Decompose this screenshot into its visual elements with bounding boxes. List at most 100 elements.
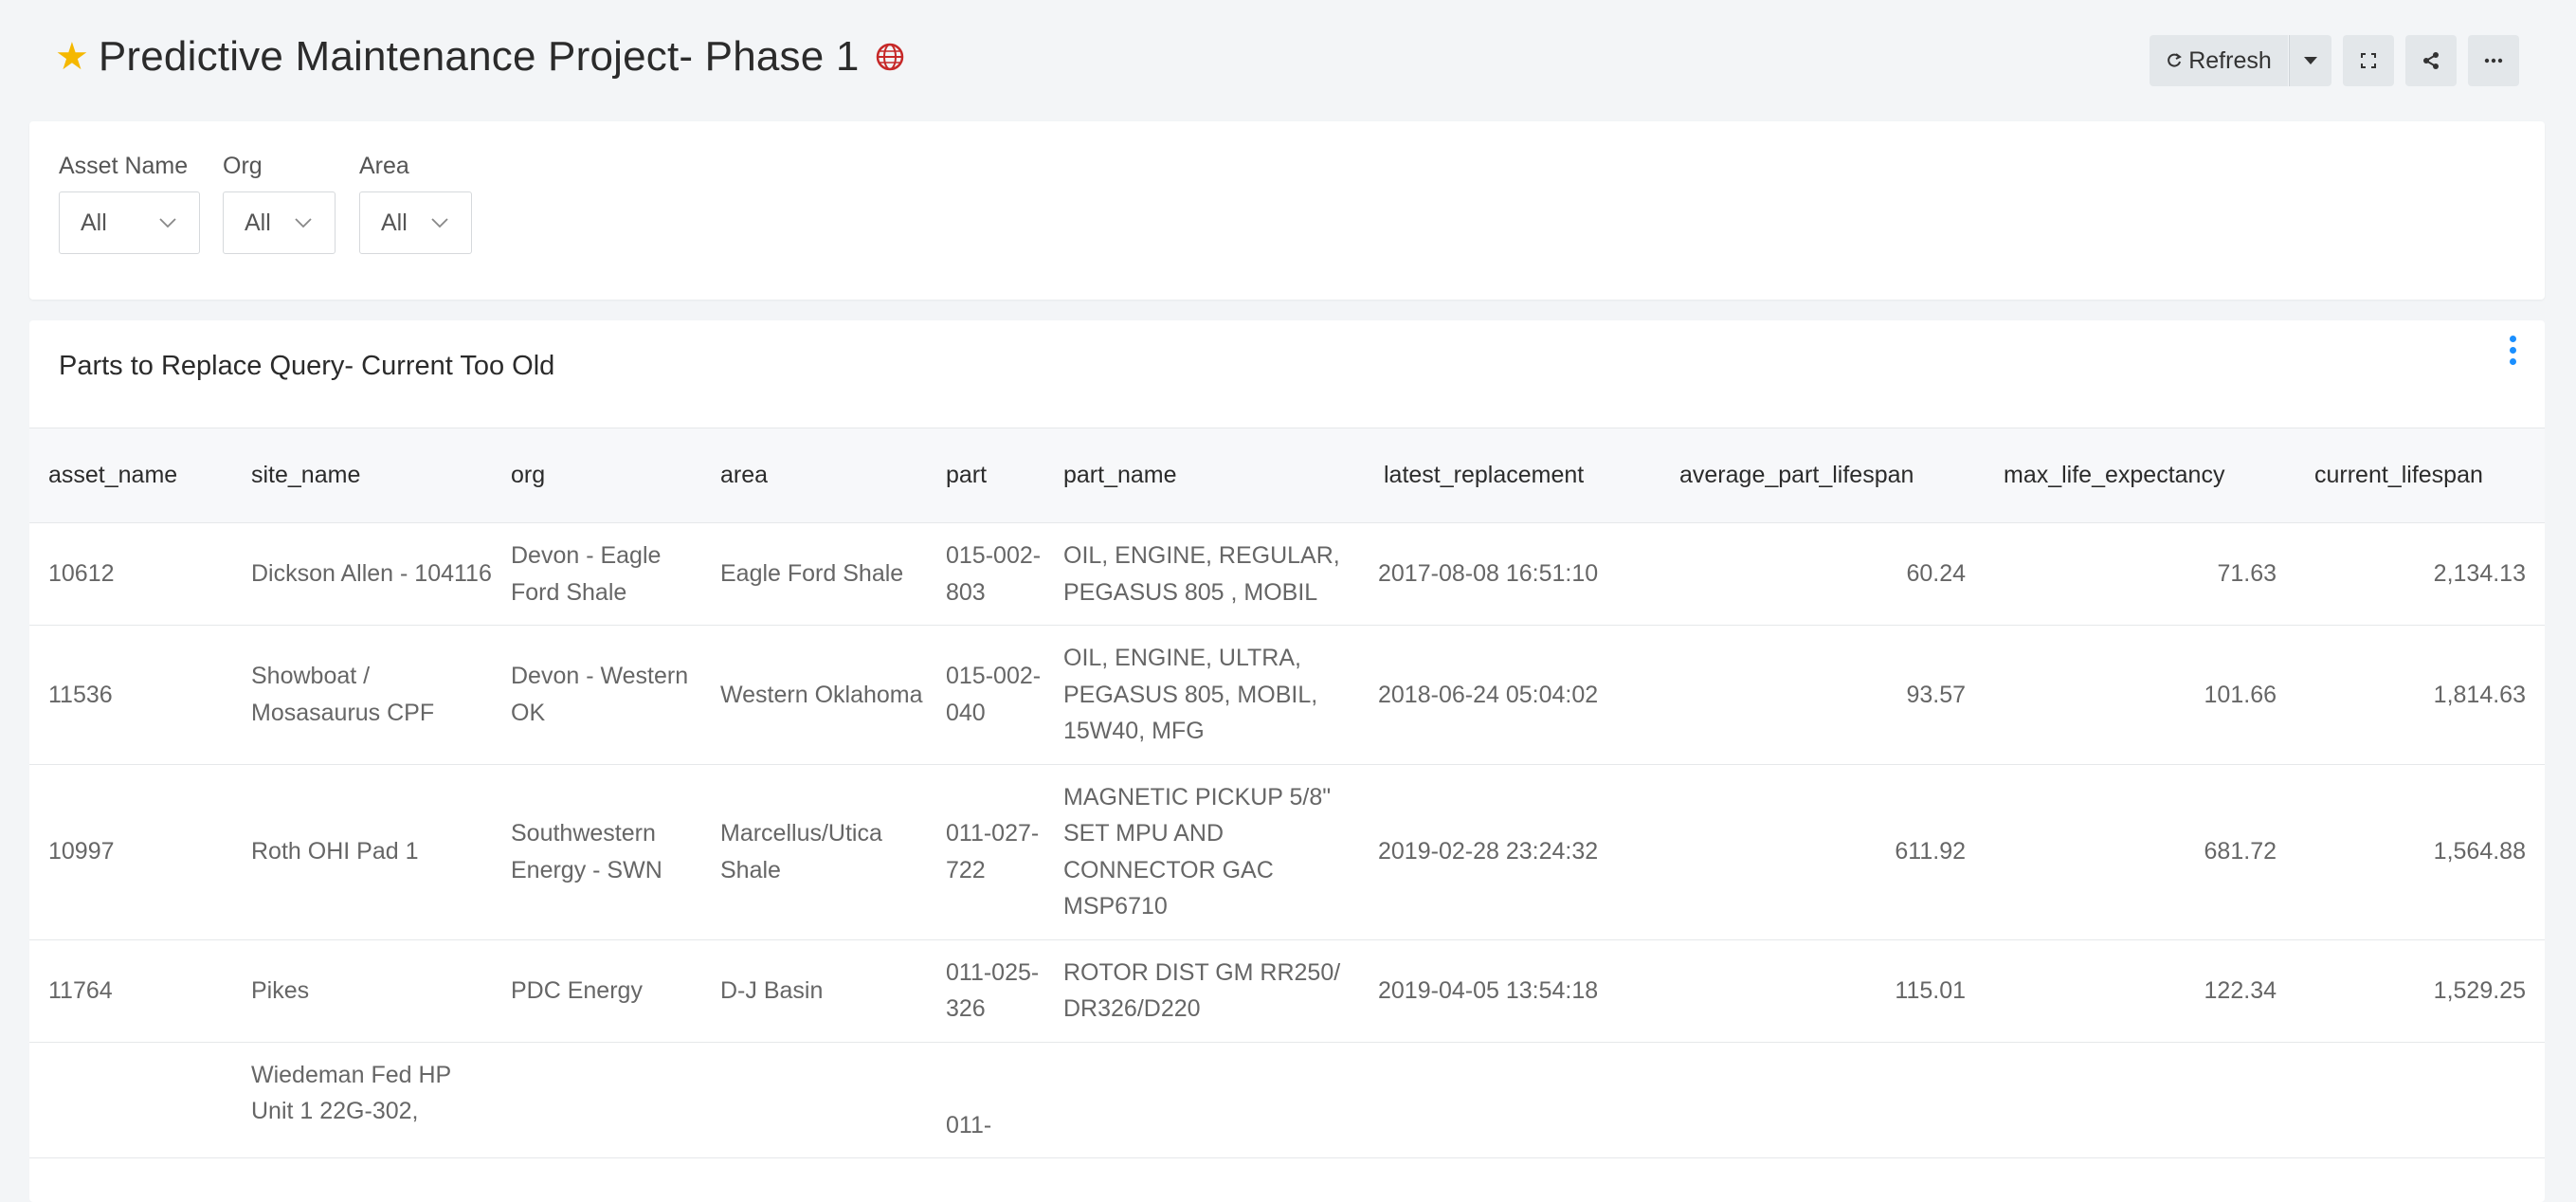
- table-cell: 122.34: [1985, 939, 2295, 1043]
- table-cell: Eagle Ford Shale: [701, 522, 927, 626]
- table-cell: [29, 1042, 232, 1158]
- select-value: All: [381, 209, 408, 236]
- table-row: 10997 Roth OHI Pad 1 Southwestern Energy…: [29, 764, 2545, 940]
- dashboard-header: ★ Predictive Maintenance Project- Phase …: [0, 0, 2576, 118]
- dashboard-toolbar: Refresh: [2150, 35, 2519, 86]
- table-panel: Parts to Replace Query- Current Too Old …: [29, 320, 2545, 1202]
- table-cell: 011-027-722: [927, 764, 1044, 940]
- table-row: 10612 Dickson Allen - 104116 Devon - Eag…: [29, 522, 2545, 626]
- table-cell: PDC Energy: [492, 939, 701, 1043]
- column-header[interactable]: average_part_lifespan: [1660, 428, 1985, 523]
- column-header[interactable]: latest_replacement: [1365, 428, 1660, 523]
- table-cell: 015-002-803: [927, 522, 1044, 626]
- table-cell: 2019-02-28 23:24:32: [1365, 764, 1660, 940]
- area-select[interactable]: All: [359, 191, 472, 254]
- org-select[interactable]: All: [223, 191, 336, 254]
- table-cell: [1365, 1042, 1660, 1158]
- refresh-label: Refresh: [2188, 46, 2272, 74]
- filter-org: Org All: [223, 153, 336, 254]
- table-cell: 2018-06-24 05:04:02: [1365, 625, 1660, 765]
- table-header-row: asset_name site_name org area part part_…: [29, 428, 2545, 523]
- table-cell: [2295, 1042, 2545, 1158]
- globe-icon: [876, 43, 903, 71]
- share-icon: [2423, 52, 2439, 69]
- fullscreen-button[interactable]: [2343, 35, 2394, 86]
- table-cell: Dickson Allen - 104116: [232, 522, 492, 626]
- table-cell: ROTOR DIST GM RR250/ DR326/D220: [1044, 939, 1365, 1043]
- table-cell: 015-002-040: [927, 625, 1044, 765]
- table-cell: 60.24: [1660, 522, 1985, 626]
- table-cell: 11764: [29, 939, 232, 1043]
- filter-label: Asset Name: [59, 153, 189, 179]
- chevron-down-icon: [159, 218, 176, 228]
- asset-name-select[interactable]: All: [59, 191, 200, 254]
- fullscreen-icon: [2361, 53, 2376, 68]
- filter-label: Area: [359, 153, 409, 179]
- table-cell: 611.92: [1660, 764, 1985, 940]
- filter-asset-name: Asset Name All: [59, 153, 200, 254]
- kebab-menu-icon[interactable]: [2503, 336, 2522, 370]
- caret-down-icon: [2304, 57, 2317, 64]
- table-cell: 71.63: [1985, 522, 2295, 626]
- table-cell: 10612: [29, 522, 232, 626]
- table-cell: D-J Basin: [701, 939, 927, 1043]
- table-cell: OIL, ENGINE, REGULAR, PEGASUS 805 , MOBI…: [1044, 522, 1365, 626]
- table-cell: [701, 1042, 927, 1158]
- table-cell: 2017-08-08 16:51:10: [1365, 522, 1660, 626]
- table-cell: Showboat / Mosasaurus CPF: [232, 625, 492, 765]
- column-header[interactable]: org: [492, 428, 701, 523]
- table-row: 11764 Pikes PDC Energy D-J Basin 011-025…: [29, 939, 2545, 1043]
- table-cell: 1,564.88: [2295, 764, 2545, 940]
- refresh-button[interactable]: Refresh: [2150, 35, 2288, 86]
- table-cell: 011-: [927, 1042, 1044, 1158]
- table-cell: Western Oklahoma: [701, 625, 927, 765]
- filter-label: Org: [223, 153, 263, 179]
- table-cell: 011-025-326: [927, 939, 1044, 1043]
- table-cell: 10997: [29, 764, 232, 940]
- column-header[interactable]: max_life_expectancy: [1985, 428, 2295, 523]
- chevron-down-icon: [295, 218, 312, 228]
- table-row: 11536 Showboat / Mosasaurus CPF Devon - …: [29, 625, 2545, 765]
- table-cell: 2019-04-05 13:54:18: [1365, 939, 1660, 1043]
- table-cell: 1,814.63: [2295, 625, 2545, 765]
- results-table: asset_name site_name org area part part_…: [29, 428, 2545, 1158]
- refresh-options-button[interactable]: [2289, 35, 2331, 86]
- select-value: All: [245, 209, 271, 236]
- column-header[interactable]: current_lifespan: [2295, 428, 2545, 523]
- more-button[interactable]: [2468, 35, 2519, 86]
- table-cell: Wiedeman Fed HP Unit 1 22G-302,: [232, 1042, 492, 1158]
- table-cell: 93.57: [1660, 625, 1985, 765]
- column-header[interactable]: site_name: [232, 428, 492, 523]
- table-cell: [1985, 1042, 2295, 1158]
- table-cell: OIL, ENGINE, ULTRA, PEGASUS 805, MOBIL, …: [1044, 625, 1365, 765]
- column-header[interactable]: part: [927, 428, 1044, 523]
- table-cell: 101.66: [1985, 625, 2295, 765]
- panel-title: Parts to Replace Query- Current Too Old: [59, 351, 555, 381]
- table-cell: 1,529.25: [2295, 939, 2545, 1043]
- filter-area: Area All: [359, 153, 472, 254]
- table-cell: Pikes: [232, 939, 492, 1043]
- table-cell: [1044, 1042, 1365, 1158]
- column-header[interactable]: area: [701, 428, 927, 523]
- share-button[interactable]: [2405, 35, 2457, 86]
- column-header[interactable]: asset_name: [29, 428, 232, 523]
- table-cell: 115.01: [1660, 939, 1985, 1043]
- table-cell: Devon - Eagle Ford Shale: [492, 522, 701, 626]
- refresh-icon: [2168, 53, 2183, 67]
- column-header[interactable]: part_name: [1044, 428, 1365, 523]
- title-bar: ★ Predictive Maintenance Project- Phase …: [55, 28, 905, 85]
- star-icon[interactable]: ★: [55, 38, 89, 76]
- table-cell: 2,134.13: [2295, 522, 2545, 626]
- table-cell: [1660, 1042, 1985, 1158]
- more-horizontal-icon: [2484, 58, 2503, 64]
- table-cell: Southwestern Energy - SWN: [492, 764, 701, 940]
- table-cell: 11536: [29, 625, 232, 765]
- table-cell: MAGNETIC PICKUP 5/8" SET MPU AND CONNECT…: [1044, 764, 1365, 940]
- select-value: All: [81, 209, 107, 236]
- page-title: Predictive Maintenance Project- Phase 1: [98, 33, 860, 80]
- table-row: Wiedeman Fed HP Unit 1 22G-302, 011-: [29, 1042, 2545, 1158]
- table-cell: Marcellus/Utica Shale: [701, 764, 927, 940]
- filter-panel: Asset Name All Org All Area All: [29, 121, 2545, 300]
- table-cell: 681.72: [1985, 764, 2295, 940]
- chevron-down-icon: [431, 218, 448, 228]
